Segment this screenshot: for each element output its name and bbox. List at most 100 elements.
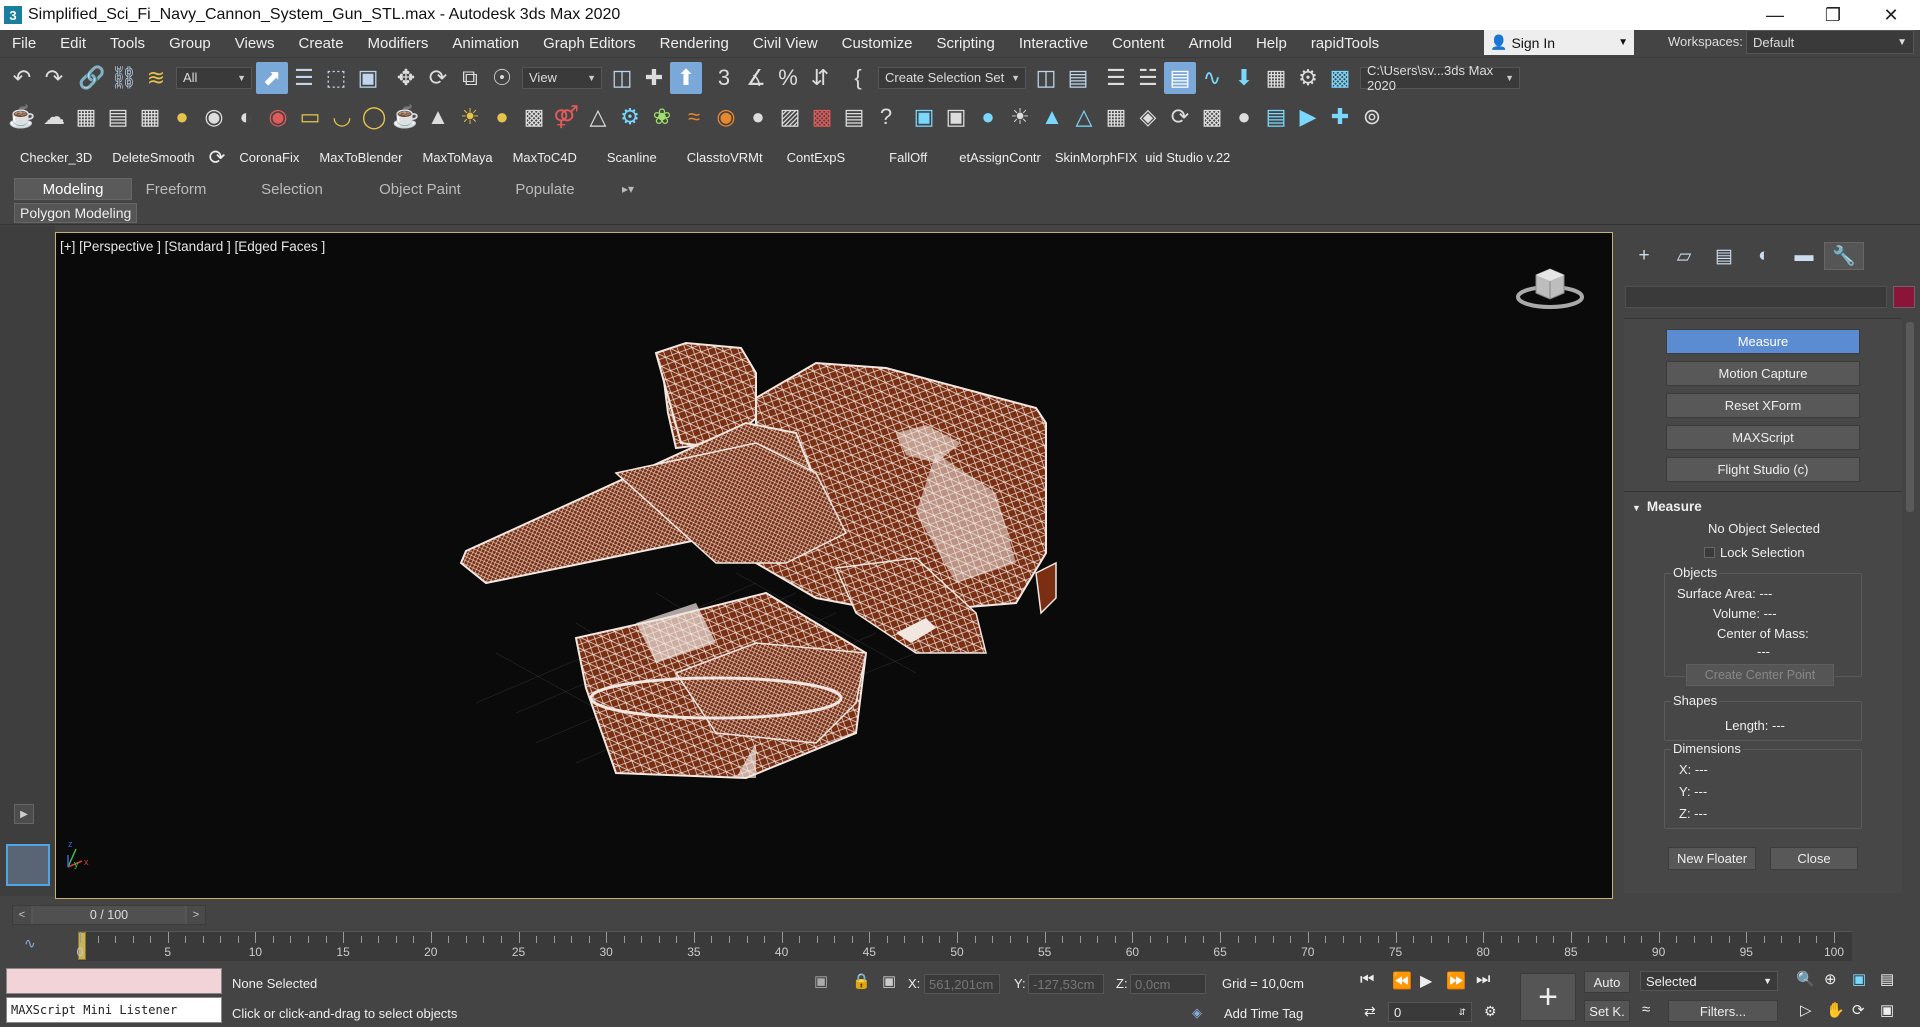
image-icon[interactable]: ▦ [70,101,102,133]
sun-light-icon[interactable]: ☀ [1004,101,1036,133]
material-swatch-icon[interactable]: ▨ [774,101,806,133]
shortcut-fluid-studio[interactable]: uid Studio v.22 [1141,150,1234,165]
scene-explorer-icon[interactable]: ☰ [1100,62,1132,94]
utilities-tab-icon[interactable]: 🔧 [1824,242,1864,270]
plane-icon[interactable]: ▭ [294,101,326,133]
fur-ball-icon[interactable]: ◉ [710,101,742,133]
menu-animation[interactable]: Animation [440,35,531,52]
key-mode-toggle-icon[interactable]: ⇄ [1364,1003,1376,1020]
window-crossing-icon[interactable]: ▣ [352,62,384,94]
crosshair-icon[interactable]: ✚ [1324,101,1356,133]
align-icon[interactable]: ▤ [1062,62,1094,94]
ribbon-options-icon[interactable]: ▸▾ [608,178,648,200]
undo-icon[interactable]: ↶ [6,62,38,94]
key-filter-dropdown[interactable]: Selected ▼ [1640,971,1778,991]
next-frame-icon[interactable]: > [187,906,205,924]
close-button[interactable]: Close [1770,847,1858,870]
teapot-primitive-icon[interactable]: ☕ [390,101,422,133]
shortcut-maxtoc4d[interactable]: MaxToC4D [503,150,587,165]
snaps-toggle-icon[interactable]: 3 [708,62,740,94]
previous-key-icon[interactable]: ⏪ [1392,971,1412,991]
render-setup-icon[interactable]: ⚙ [1292,62,1324,94]
shortcut-maxtomaya[interactable]: MaxToMaya [413,150,503,165]
rendered-frame-window-icon[interactable]: ▩ [1324,62,1356,94]
add-time-tag[interactable]: Add Time Tag [1224,1006,1303,1021]
scale-icon[interactable]: ⧉ [454,62,486,94]
link-icon[interactable]: 🔗 [76,62,108,94]
current-frame-field[interactable]: 0 ⇵ [1388,1002,1472,1022]
light-bulb-icon[interactable]: ● [1228,101,1260,133]
redo-icon[interactable]: ↷ [38,62,70,94]
tab-populate[interactable]: Populate [496,178,594,200]
panel-toggle-icon[interactable]: ▤ [838,101,870,133]
maxscript-listener-output[interactable] [6,968,222,994]
menu-edit[interactable]: Edit [48,35,98,52]
bind-space-warp-icon[interactable]: ≋ [140,62,172,94]
selection-lock-icon[interactable]: 🔒 [852,972,871,990]
document-icon[interactable]: ▤ [102,101,134,133]
pine-icon[interactable]: △ [1068,101,1100,133]
object-name-field[interactable] [1625,286,1887,308]
hierarchy-tab-icon[interactable]: ▤ [1704,242,1744,270]
tree-icon[interactable]: ▲ [1036,101,1068,133]
sphere-tool-icon[interactable]: ◐ [230,101,262,133]
angle-snap-icon[interactable]: ∡ [740,62,772,94]
maxscript-button[interactable]: MAXScript [1666,425,1860,450]
render-check-icon[interactable]: ◉ [262,101,294,133]
menu-scripting[interactable]: Scripting [924,35,1006,52]
new-floater-button[interactable]: New Floater [1668,847,1756,870]
y-coordinate-field[interactable]: -127,53cm [1028,974,1104,994]
mesh-grid-icon[interactable]: ▩ [518,101,550,133]
selection-filter-dropdown[interactable]: All ▼ [176,66,252,89]
select-by-name-icon[interactable]: ☰ [288,62,320,94]
keyboard-shortcut-override-icon[interactable]: ⬆ [670,61,702,94]
shortcut-checker3d[interactable]: Checker_3D [10,150,102,165]
maxscript-listener-input[interactable]: MAXScript Mini Listener [6,997,222,1023]
physical-camera-icon[interactable]: ▣ [940,101,972,133]
safe-frame-icon[interactable]: ▩ [1196,101,1228,133]
refresh-icon[interactable]: ⟳ [1164,101,1196,133]
shortcut-classtovrmt[interactable]: ClasstoVRMt [677,150,773,165]
tab-modeling[interactable]: Modeling [14,178,132,200]
default-tangent-icon[interactable]: ≈ [1642,1001,1650,1018]
previous-frame-icon[interactable]: < [13,906,31,924]
motion-tab-icon[interactable]: ◐ [1744,242,1784,270]
select-manipulate-icon[interactable]: ✚ [638,62,670,94]
time-slider-value[interactable]: 0 / 100 [33,906,185,924]
project-folder-dropdown[interactable]: C:\Users\sv...3ds Max 2020 ▼ [1360,63,1520,93]
light-lister-icon[interactable]: ● [166,101,198,133]
display-tab-icon[interactable]: ▬ [1784,242,1824,270]
zoom-icon[interactable]: 🔍 [1796,970,1815,988]
field-of-view-icon[interactable]: ▷ [1800,1001,1812,1019]
motion-capture-button[interactable]: Motion Capture [1666,361,1860,386]
chrome-sphere-icon[interactable]: ● [742,101,774,133]
reference-coordinate-dropdown[interactable]: View ▼ [522,66,602,89]
material-editor-icon[interactable]: ▦ [1260,62,1292,94]
mirror-icon[interactable]: ◫ [1030,62,1062,94]
workspace-dropdown[interactable]: Default ▼ [1746,30,1914,54]
film-icon[interactable]: ▶ [1292,101,1324,133]
tab-selection[interactable]: Selection [240,178,344,200]
orbit-icon[interactable]: ⟳ [1852,1001,1865,1019]
flight-studio-button[interactable]: Flight Studio (c) [1666,457,1860,482]
maximize-button[interactable]: ❐ [1804,0,1862,30]
shortcut-etassigncontr[interactable]: etAssignContr [949,150,1051,165]
refresh-icon[interactable]: ⟳ [205,145,230,170]
plant-icon[interactable]: ❀ [646,101,678,133]
teapot-icon[interactable]: ☕ [6,101,38,133]
cone-icon[interactable]: ▲ [422,101,454,133]
gear-icon[interactable]: ⚙ [614,101,646,133]
curve-editor-icon[interactable]: ∿ [1196,62,1228,94]
zoom-extents-all-icon[interactable]: ▤ [1880,970,1894,988]
drop-icon[interactable]: ◈ [1132,101,1164,133]
select-object-icon[interactable]: ⬈ [256,61,288,94]
go-to-end-icon[interactable]: ⏭ [1476,971,1490,989]
minimize-button[interactable]: — [1746,0,1804,30]
key-filters-button[interactable]: Filters... [1668,1000,1778,1022]
pivot-center-icon[interactable]: ◫ [606,62,638,94]
command-panel-scrollbar[interactable] [1906,322,1914,512]
create-center-point-button[interactable]: Create Center Point [1686,664,1834,686]
absolute-mode-transform-icon[interactable]: ▣ [882,972,896,990]
play-icon[interactable]: ▶ [1420,971,1432,991]
menu-arnold[interactable]: Arnold [1177,35,1244,52]
